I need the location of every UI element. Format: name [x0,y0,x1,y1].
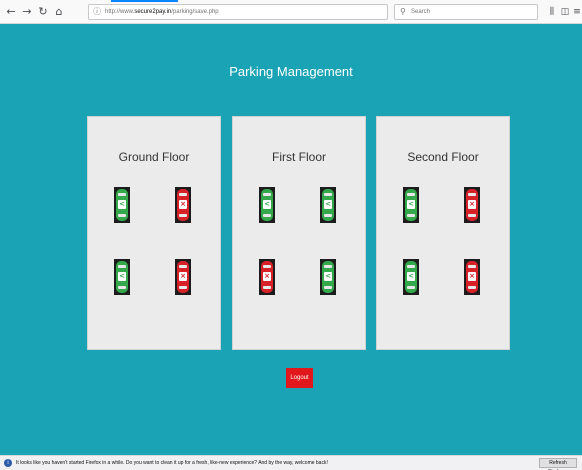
slot-status-icon: × [179,272,187,281]
notification-message: It looks like you haven't started Firefo… [16,460,328,466]
refresh-firefox-button[interactable]: Refresh Firefox... [539,458,577,470]
floor-title: First Floor [272,150,326,164]
forward-icon[interactable]: → [20,5,34,19]
parking-slot[interactable]: < [114,259,130,295]
car-icon: × [466,189,478,221]
car-icon: < [116,189,128,221]
logout-button[interactable]: Logout [286,368,313,388]
info-icon[interactable]: ⓘ [93,5,101,19]
slot-status-icon: × [179,200,187,209]
menu-icon[interactable]: ≡ [571,5,582,19]
parking-slot[interactable]: × [464,187,480,223]
car-icon: × [177,189,189,221]
slot-status-icon: < [118,200,126,209]
car-icon: < [116,261,128,293]
car-icon: < [405,189,417,221]
slot-status-icon: < [118,272,126,281]
car-icon: × [261,261,273,293]
reload-icon[interactable]: ↻ [36,5,50,19]
parking-slot[interactable]: < [403,259,419,295]
floor-card-second: Second Floor < × < × [376,116,510,350]
parking-slot[interactable]: < [320,259,336,295]
parking-slot[interactable]: × [464,259,480,295]
car-icon: < [261,189,273,221]
car-icon: < [322,261,334,293]
active-tab-indicator [111,0,178,2]
floor-card-ground: Ground Floor < × < × [87,116,221,350]
search-placeholder: Search [411,9,431,15]
car-icon: < [322,189,334,221]
car-icon: × [466,261,478,293]
home-icon[interactable]: ⌂ [52,5,66,19]
url-host: secure2pay.in [134,9,172,15]
info-icon: i [4,459,12,467]
library-icon[interactable]: ⫼ [546,5,558,19]
url-prefix: http://www. [105,9,135,15]
slot-status-icon: < [324,200,332,209]
back-icon[interactable]: ← [4,5,18,19]
parking-slot[interactable]: × [259,259,275,295]
slot-status-icon: < [324,272,332,281]
url-bar[interactable]: ⓘ http://www.secure2pay.in/parking/save.p… [88,4,388,20]
parking-slot[interactable]: < [114,187,130,223]
url-path: /parking/save.php [171,9,219,15]
notification-bar: i It looks like you haven't started Fire… [0,455,582,470]
floor-title: Second Floor [407,150,479,164]
car-icon: < [405,261,417,293]
slot-status-icon: < [407,272,415,281]
parking-slot[interactable]: < [403,187,419,223]
parking-slot[interactable]: < [259,187,275,223]
slot-status-icon: × [468,200,476,209]
sidebar-icon[interactable]: ◫ [559,5,571,19]
parking-slot[interactable]: < [320,187,336,223]
slot-status-icon: < [263,200,271,209]
parking-slot[interactable]: × [175,259,191,295]
search-icon: ⚲ [400,7,406,16]
floor-card-first: First Floor < < × < [232,116,366,350]
search-input[interactable]: ⚲ Search [394,4,538,20]
floor-title: Ground Floor [118,150,190,164]
slot-status-icon: × [263,272,271,281]
browser-toolbar: ← → ↻ ⌂ ⓘ http://www.secure2pay.in/parkin… [0,0,582,24]
slot-status-icon: < [407,200,415,209]
parking-slot[interactable]: × [175,187,191,223]
car-icon: × [177,261,189,293]
page-content: Parking Management Ground Floor < × < × … [0,24,582,455]
slot-status-icon: × [468,272,476,281]
page-title: Parking Management [229,64,353,79]
